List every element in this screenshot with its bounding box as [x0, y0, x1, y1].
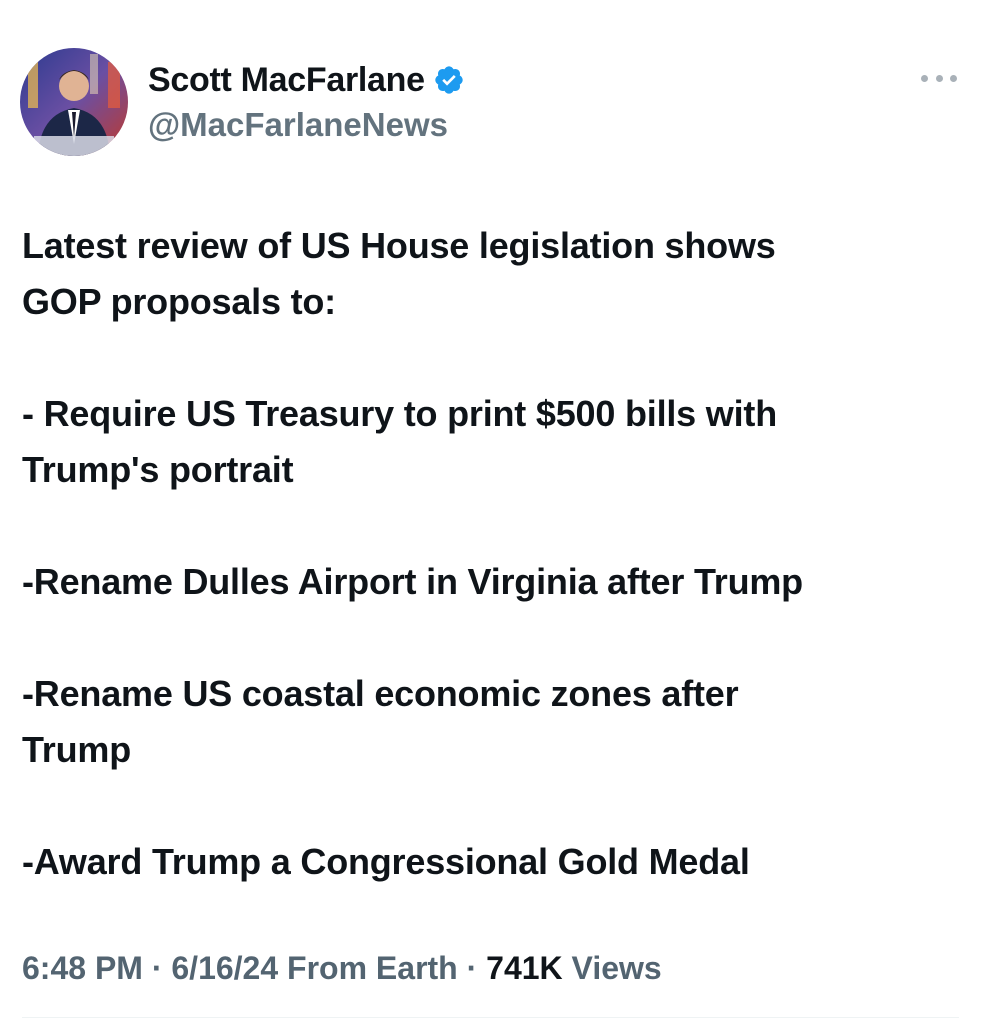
item-3-line-1: -Rename US coastal economic zones after: [22, 673, 739, 714]
meta-separator: ·: [457, 950, 487, 986]
avatar[interactable]: [20, 48, 128, 156]
more-dot: [935, 74, 943, 82]
item-1-line-1: - Require US Treasury to print $500 bill…: [22, 393, 777, 434]
tweet-time[interactable]: 6:48 PM: [22, 950, 143, 986]
item-4: -Award Trump a Congressional Gold Medal: [22, 841, 750, 882]
tweet-meta: 6:48 PM · 6/16/24 From Earth · 741K View…: [22, 944, 662, 992]
name-row: Scott MacFarlane: [148, 57, 465, 103]
verified-badge-icon: [433, 64, 465, 96]
author-names: Scott MacFarlane @MacFarlaneNews: [148, 57, 465, 147]
item-3-line-2: Trump: [22, 729, 132, 770]
tweet-source: From Earth: [278, 950, 458, 986]
more-horizontal-icon[interactable]: [921, 66, 957, 90]
item-2: -Rename Dulles Airport in Virginia after…: [22, 561, 803, 602]
item-1-line-2: Trump's portrait: [22, 449, 294, 490]
tweet-date[interactable]: 6/16/24: [171, 950, 278, 986]
tweet-card: Scott MacFarlane @MacFarlaneNews Latest …: [0, 0, 981, 1023]
more-dot: [921, 74, 928, 82]
views-count[interactable]: 741K: [486, 950, 563, 986]
views-label: Views: [562, 950, 662, 986]
meta-separator: ·: [142, 950, 172, 986]
divider: [22, 1017, 959, 1018]
tweet-header: Scott MacFarlane @MacFarlaneNews: [20, 48, 465, 156]
intro-line-1: Latest review of US House legislation sh…: [22, 225, 776, 266]
intro-line-2: GOP proposals to:: [22, 281, 336, 322]
tweet-text: Latest review of US House legislation sh…: [22, 218, 962, 890]
author-handle[interactable]: @MacFarlaneNews: [148, 103, 465, 147]
more-dot: [950, 74, 957, 82]
author-display-name[interactable]: Scott MacFarlane: [148, 57, 425, 103]
